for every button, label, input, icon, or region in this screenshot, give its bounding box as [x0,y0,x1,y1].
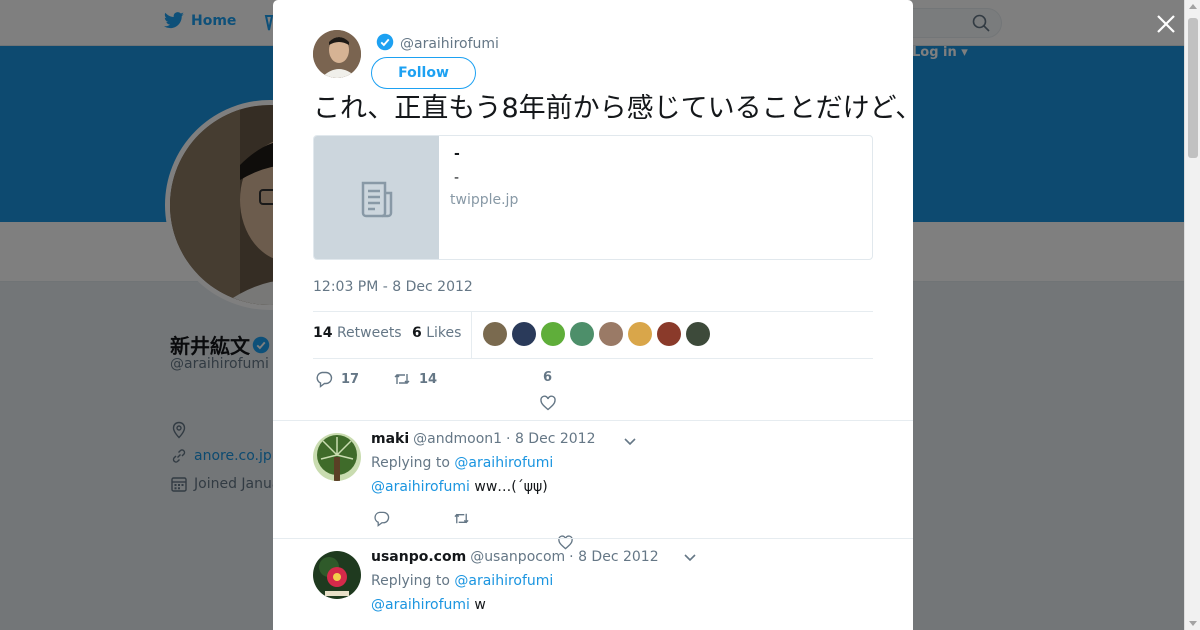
chevron-down-icon[interactable] [683,553,697,563]
reply-author-name[interactable]: usanpo.com [371,549,466,565]
reply-retweet-button[interactable] [453,510,470,527]
author-handle[interactable]: @araihirofumi [400,36,499,52]
reply-mention[interactable]: @araihirofumi [371,597,470,613]
follow-button[interactable]: Follow [371,57,476,89]
verified-badge-icon [376,33,394,51]
replying-to-link[interactable]: @araihirofumi [454,455,553,471]
likes-stat[interactable]: 6 Likes [412,325,461,341]
tweet-actions: 17 14 6 [313,370,873,414]
scroll-down-arrow-icon[interactable] [1189,621,1197,626]
likes-label: Likes [426,325,462,341]
close-icon[interactable] [1154,12,1178,36]
reply-header: maki @andmoon1 · 8 Dec 2012 [371,431,595,447]
card-description: - [454,170,460,186]
reply-tweet[interactable]: maki @andmoon1 · 8 Dec 2012 Replying to … [273,420,913,550]
author-avatar-image [313,30,361,78]
reply-date[interactable]: · 8 Dec 2012 [506,431,595,447]
reply-avatar-image [313,551,361,599]
page-scrollbar[interactable] [1184,0,1200,630]
author-avatar[interactable] [313,30,361,78]
tweet-stats: 14 Retweets 6 Likes [313,311,873,359]
reply-header: usanpo.com @usanpocom · 8 Dec 2012 [371,549,659,565]
retweet-icon [454,513,469,524]
scrollbar-thumb[interactable] [1188,18,1198,158]
liker-avatar[interactable] [657,322,681,346]
card-title: - [454,146,460,162]
reply-reply-button[interactable] [373,510,390,527]
reply-body: w [469,597,486,613]
reply-avatar[interactable] [313,433,361,481]
reply-avatar[interactable] [313,551,361,599]
retweets-count: 14 [313,325,333,341]
reply-tweet[interactable]: usanpo.com @usanpocom · 8 Dec 2012 Reply… [273,538,913,630]
tweet-text: これ、正直もう8年前から感じていることだけど、って、w [313,93,913,124]
heart-icon [540,395,556,411]
liker-avatar[interactable] [570,322,594,346]
liker-avatar[interactable] [599,322,623,346]
like-count: 6 [543,370,553,385]
reply-author-handle[interactable]: @andmoon1 [413,431,502,447]
reply-text: @araihirofumi ww…(´ψψ) [371,479,548,495]
reply-author-handle[interactable]: @usanpocom [470,549,565,565]
tweet-modal: @araihirofumi Follow これ、正直もう8年前から感じていること… [273,0,913,630]
retweet-count: 14 [419,371,438,387]
retweets-label: Retweets [336,325,402,341]
stats-divider [471,312,472,358]
card-thumbnail [314,136,439,259]
replying-to-prefix: Replying to [371,573,450,589]
liker-avatar[interactable] [483,322,507,346]
like-count-area[interactable]: 6 [543,370,552,385]
link-preview-card[interactable]: - - twipple.jp [313,135,873,260]
liker-avatar[interactable] [628,322,652,346]
like-button[interactable] [539,394,557,412]
reply-text: @araihirofumi w [371,597,486,613]
reply-icon [374,511,390,527]
reply-icon [316,371,333,388]
reply-date[interactable]: · 8 Dec 2012 [569,549,658,565]
liker-avatars [483,322,710,346]
reply-mention[interactable]: @araihirofumi [371,479,470,495]
tweet-timestamp[interactable]: 12:03 PM - 8 Dec 2012 [313,279,473,295]
reply-button[interactable]: 17 [315,370,359,388]
retweet-button[interactable]: 14 [393,370,437,388]
liker-avatar[interactable] [541,322,565,346]
chevron-down-icon[interactable] [623,437,637,447]
replying-to-prefix: Replying to [371,455,450,471]
scroll-up-arrow-icon[interactable] [1189,4,1197,9]
liker-avatar[interactable] [686,322,710,346]
replying-to: Replying to @araihirofumi [371,455,553,471]
reply-author-name[interactable]: maki [371,431,409,447]
document-icon [361,181,392,217]
likes-count: 6 [412,325,422,341]
retweet-icon [394,374,410,384]
replying-to-link[interactable]: @araihirofumi [454,573,553,589]
card-domain: twipple.jp [450,192,519,208]
reply-avatar-image [313,433,361,481]
replying-to: Replying to @araihirofumi [371,573,553,589]
reply-body: ww…(´ψψ) [469,479,548,495]
liker-avatar[interactable] [512,322,536,346]
retweets-stat[interactable]: 14 Retweets [313,325,402,341]
reply-count: 17 [341,371,360,387]
